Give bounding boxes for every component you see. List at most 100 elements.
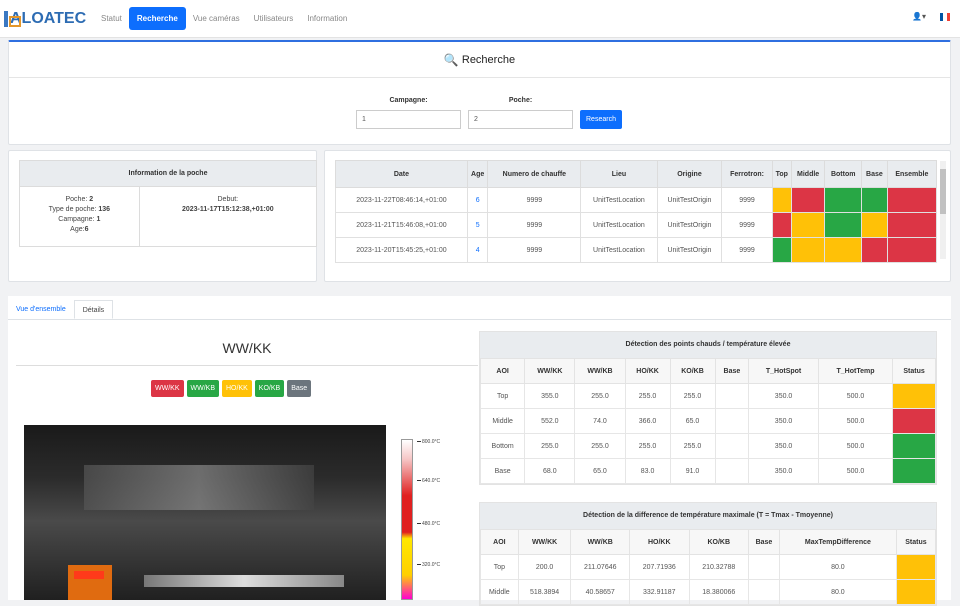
legend-badge[interactable]: HO/KK — [222, 380, 252, 397]
nav-item-information[interactable]: Information — [300, 8, 354, 29]
user-icon[interactable]: 👤▾ — [912, 12, 926, 21]
diff-status-cell — [895, 554, 937, 580]
diff-header-cell: KO/KB — [688, 529, 749, 555]
campagne-info-label: Campagne: — [58, 216, 95, 223]
hotspot-cell: 350.0 — [748, 458, 819, 484]
diff-cell: Middle — [480, 579, 519, 605]
diff-cell: 211.07646 — [570, 554, 631, 580]
hotspot-cell: Base — [479, 458, 526, 484]
hotspot-header-cell: T_HotSpot — [748, 358, 819, 384]
hotspot-header-cell: Base — [714, 358, 750, 384]
poche-label: Poche: — [508, 97, 533, 104]
history-origine: UnitTestOrigin — [656, 237, 723, 263]
hotspot-cell: 91.0 — [669, 458, 716, 484]
hotspot-row: Base 68.0 65.0 83.0 91.0 350.0 500.0 — [479, 458, 936, 484]
history-status-cell — [824, 187, 863, 213]
legend-badge[interactable]: KO/KB — [254, 380, 285, 397]
scale-label-480: 480.0°C — [417, 521, 440, 527]
hotspot-cell: 68.0 — [524, 458, 576, 484]
diff-cell: Top — [480, 554, 519, 580]
diff-table: AOI WW/KK WW/KB HO/KK KO/KB Base MaxTempDiffer… — [480, 529, 937, 605]
hotspot-cell: 500.0 — [817, 458, 894, 484]
hotspot-cell: 255.0 — [624, 433, 671, 459]
tab-details[interactable]: Détails — [73, 300, 114, 319]
age-label: Age: — [70, 226, 85, 233]
thermal-image — [24, 425, 386, 600]
hotspot-header-cell: Status — [892, 358, 936, 384]
history-status-cell — [886, 237, 938, 263]
hotspot-table-title: Détection des points chauds / températur… — [480, 332, 936, 358]
diff-status-cell — [895, 579, 937, 605]
hotspot-cell: 255.0 — [574, 383, 626, 409]
debut-value: 2023-11-17T15:12:38,+01:00 — [181, 206, 274, 213]
legend-badge[interactable]: WW/KK — [151, 380, 184, 397]
hotspot-header-cell: WW/KB — [574, 358, 626, 384]
diff-header-cell: WW/KK — [517, 529, 572, 555]
campagne-info-value: 1 — [96, 216, 101, 223]
poche-input[interactable] — [468, 110, 573, 129]
hotspot-header-cell: T_HotTemp — [817, 358, 894, 384]
history-scrollbar[interactable] — [940, 161, 946, 259]
nav-links: Statut Recherche Vue caméras Utilisateur… — [94, 7, 354, 30]
hotspot-cell — [714, 458, 750, 484]
brand-logo[interactable]: ALOATEC — [4, 8, 86, 30]
hotspot-cell: 350.0 — [748, 408, 819, 434]
history-date: 2023-11-22T08:46:14,+01:00 — [335, 187, 468, 213]
fr-flag-icon[interactable] — [940, 12, 950, 21]
hotspot-cell — [714, 383, 750, 409]
diff-cell — [747, 579, 780, 605]
hotspot-cell: 65.0 — [669, 408, 716, 434]
hotspot-cell: Middle — [479, 408, 526, 434]
hotspot-cell: 355.0 — [524, 383, 576, 409]
nav-item-vue-cameras[interactable]: Vue caméras — [186, 8, 247, 29]
history-status-cell — [861, 187, 888, 213]
history-date: 2023-11-21T15:46:08,+01:00 — [335, 212, 468, 238]
hotspot-cell: 255.0 — [669, 433, 716, 459]
hotspot-row: Bottom 255.0 255.0 255.0 255.0 350.0 500.0 — [479, 433, 936, 459]
history-chauffe: 9999 — [487, 187, 582, 213]
hotspot-header-cell: AOI — [479, 358, 526, 384]
hotspot-cell: 74.0 — [574, 408, 626, 434]
hotspot-cell: 255.0 — [624, 383, 671, 409]
history-origine: UnitTestOrigin — [656, 187, 723, 213]
history-ferrotron: 9999 — [721, 237, 773, 263]
details-area: Vue d'ensemble Détails WW/KK WW/KK WW/KB H… — [8, 296, 951, 606]
history-header-cell: Middle — [790, 160, 826, 188]
history-age[interactable]: 6 — [466, 187, 489, 213]
hotspot-table-card: Détection des points chauds / températur… — [479, 331, 937, 485]
history-status-cell — [886, 212, 938, 238]
history-age[interactable]: 4 — [466, 237, 489, 263]
poche-value: 2 — [89, 196, 94, 203]
search-icon: 🔍 — [443, 52, 459, 67]
hotspot-cell: 255.0 — [669, 383, 716, 409]
nav-item-statut[interactable]: Statut — [94, 8, 129, 29]
history-origine: UnitTestOrigin — [656, 212, 723, 238]
diff-header-cell: Base — [747, 529, 780, 555]
hotspot-cell: 83.0 — [624, 458, 671, 484]
diff-cell: 332.91187 — [629, 579, 690, 605]
hotspot-cell — [714, 433, 750, 459]
legend-badge[interactable]: Base — [287, 380, 312, 397]
history-header-cell: Date — [335, 160, 468, 188]
tab-vue-ensemble[interactable]: Vue d'ensemble — [8, 300, 74, 319]
legend-badge[interactable]: WW/KB — [186, 380, 219, 397]
history-row[interactable]: 2023-11-20T15:45:25,+01:00 4 9999 UnitTestL… — [335, 237, 938, 263]
history-status-cell — [771, 212, 792, 238]
research-button[interactable]: Research — [580, 110, 622, 129]
nav-item-utilisateurs[interactable]: Utilisateurs — [247, 8, 301, 29]
history-header-cell: Numero de chauffe — [487, 160, 582, 188]
brand-name: ALOATEC — [10, 9, 87, 27]
hotspot-cell: 500.0 — [817, 433, 894, 459]
nav-item-recherche[interactable]: Recherche — [128, 7, 186, 30]
hotspot-row: Middle 552.0 74.0 366.0 65.0 350.0 500.0 — [479, 408, 936, 434]
history-row[interactable]: 2023-11-21T15:46:08,+01:00 5 9999 UnitTestL… — [335, 212, 938, 238]
history-age[interactable]: 5 — [466, 212, 489, 238]
hotspot-cell: Bottom — [479, 433, 526, 459]
campagne-input[interactable] — [356, 110, 461, 129]
hotspot-status-cell — [892, 458, 936, 484]
hotspot-table: AOI WW/KK WW/KB HO/KK KO/KB Base T_HotSpot T_Ho… — [479, 358, 936, 484]
tab-bar: Vue d'ensemble Détails — [8, 300, 951, 320]
diff-header-cell: HO/KK — [629, 529, 690, 555]
diff-row: Top 200.0 211.07646 207.71936 210.32788 80.0 — [480, 554, 937, 580]
history-row[interactable]: 2023-11-22T08:46:14,+01:00 6 9999 UnitTestL… — [335, 187, 938, 213]
